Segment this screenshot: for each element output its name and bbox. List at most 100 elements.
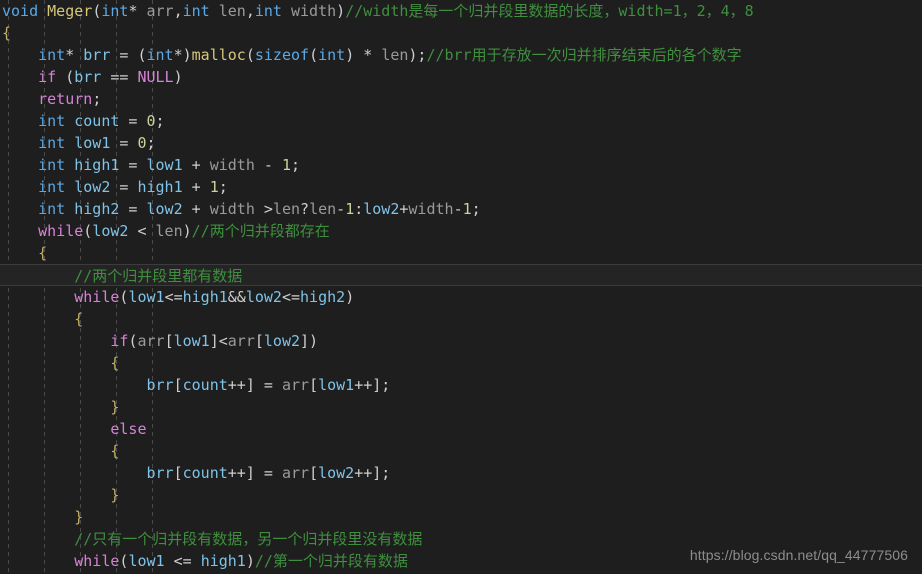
code-token: //两个归并段都存在: [191, 222, 330, 240]
code-token: (: [92, 2, 102, 20]
code-token: ++];: [354, 464, 391, 482]
code-token: :: [354, 200, 364, 218]
code-token: >: [254, 200, 273, 218]
code-token: count: [182, 464, 228, 482]
code-token: <=: [164, 552, 201, 570]
code-line[interactable]: while(low1<=high1&&low2<=high2): [0, 286, 922, 308]
code-token: ): [245, 552, 255, 570]
code-token: low1: [318, 376, 355, 394]
code-editor-window: void Meger(int* arr,int len,int width)//…: [0, 0, 922, 574]
code-token: ): [345, 288, 355, 306]
code-token: if: [38, 68, 57, 86]
code-line[interactable]: int high1 = low1 + width - 1;: [0, 154, 922, 176]
code-token: len: [155, 222, 183, 240]
code-token: 1: [462, 200, 472, 218]
code-token: <: [128, 222, 156, 240]
code-line[interactable]: }: [0, 484, 922, 506]
code-line[interactable]: }: [0, 506, 922, 528]
code-token: low2: [74, 178, 111, 196]
code-line[interactable]: {: [0, 22, 922, 44]
code-content-area[interactable]: void Meger(int* arr,int len,int width)//…: [0, 0, 922, 574]
code-token: ,: [173, 2, 183, 20]
code-line[interactable]: brr[count++] = arr[low1++];: [0, 374, 922, 396]
code-token: [: [309, 464, 319, 482]
code-token: low2: [363, 200, 400, 218]
code-token: *: [128, 2, 147, 20]
code-token: high2: [300, 288, 346, 306]
code-token: width: [408, 200, 454, 218]
code-line[interactable]: int* brr = (int*)malloc(sizeof(int) * le…: [0, 44, 922, 66]
code-token: 1: [281, 156, 291, 174]
code-token: arr: [146, 2, 174, 20]
code-token: ==: [101, 68, 138, 86]
code-token: len: [218, 2, 246, 20]
code-token: width: [209, 200, 255, 218]
code-token: low2: [146, 200, 183, 218]
code-line[interactable]: {: [0, 242, 922, 264]
code-line[interactable]: if(arr[low1]<arr[low2]): [0, 330, 922, 352]
code-token: ;: [92, 90, 102, 108]
code-line[interactable]: int low2 = high1 + 1;: [0, 176, 922, 198]
code-token: {: [110, 354, 120, 372]
code-token: int: [101, 2, 129, 20]
code-token: low1: [128, 552, 165, 570]
code-token: //两个归并段里都有数据: [74, 267, 243, 285]
code-token: //第一个归并段有数据: [254, 552, 408, 570]
code-token: ++];: [354, 376, 391, 394]
code-line[interactable]: int low1 = 0;: [0, 132, 922, 154]
code-line[interactable]: else: [0, 418, 922, 440]
code-token: [: [173, 376, 183, 394]
code-token: high1: [182, 288, 228, 306]
code-token: =: [110, 46, 138, 64]
code-token: *): [173, 46, 192, 64]
code-token: [: [254, 332, 264, 350]
code-token: brr: [146, 464, 174, 482]
code-token: //brr用于存放一次归并排序结束后的各个数字: [426, 46, 742, 64]
code-token: brr: [74, 68, 102, 86]
code-token: -: [453, 200, 463, 218]
code-token: ,: [245, 2, 255, 20]
code-token: =: [110, 178, 138, 196]
code-token: =: [119, 200, 147, 218]
code-line[interactable]: {: [0, 352, 922, 374]
code-token: arr: [137, 332, 165, 350]
code-line[interactable]: brr[count++] = arr[low2++];: [0, 462, 922, 484]
code-line[interactable]: {: [0, 440, 922, 462]
code-token: arr: [281, 376, 310, 394]
code-line[interactable]: return;: [0, 88, 922, 110]
code-line[interactable]: void Meger(int* arr,int len,int width)//…: [0, 0, 922, 22]
code-token: high2: [74, 200, 120, 218]
code-line[interactable]: while(low2 < len)//两个归并段都存在: [0, 220, 922, 242]
code-line[interactable]: if (brr == NULL): [0, 66, 922, 88]
code-line[interactable]: int count = 0;: [0, 110, 922, 132]
code-line[interactable]: {: [0, 308, 922, 330]
code-token: ;: [218, 178, 228, 196]
code-token: low2: [318, 464, 355, 482]
code-token: void: [2, 2, 39, 20]
code-line[interactable]: int high2 = low2 + width >len?len-1:low2…: [0, 198, 922, 220]
code-token: count: [182, 376, 228, 394]
code-token: width: [209, 156, 255, 174]
code-line[interactable]: }: [0, 396, 922, 418]
code-token: +: [182, 200, 210, 218]
code-token: return: [38, 90, 93, 108]
code-token: while: [74, 552, 120, 570]
code-line-active[interactable]: //两个归并段里都有数据: [0, 264, 922, 286]
code-token: high1: [200, 552, 246, 570]
code-token: int: [318, 46, 346, 64]
code-token: ): [173, 68, 183, 86]
